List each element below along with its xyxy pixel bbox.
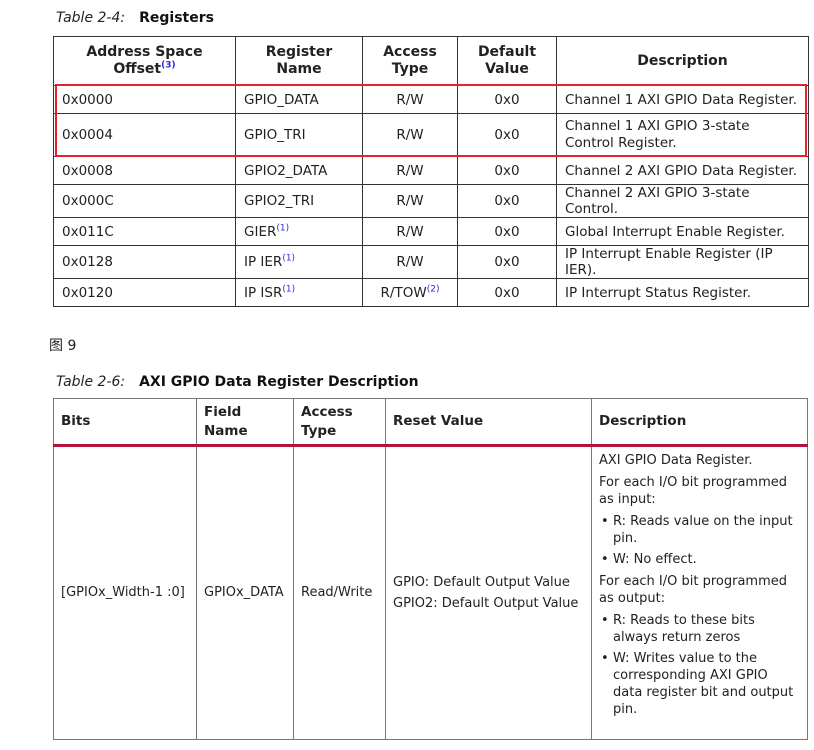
table1-caption-title: Registers [139, 10, 214, 26]
cell-access-type: R/W [362, 156, 458, 185]
table-row: 0x011C GIER(1) R/W 0x0 Global Interrupt Enab… [53, 217, 809, 246]
header-access-type: Access Type [293, 398, 386, 447]
header-description: Description [556, 36, 809, 86]
cell-register-name: GPIO_DATA [235, 85, 363, 114]
table-row: 0x0000 GPIO_DATA R/W 0x0 Channel 1 AXI GPIO … [53, 85, 809, 114]
cell-default-value: 0x0 [457, 156, 557, 185]
cell-description: Channel 1 AXI GPIO 3-state Control Regis… [556, 113, 809, 157]
reset-value-line: GPIO: Default Output Value [393, 574, 570, 590]
list-item: R: Reads value on the input pin. [599, 513, 800, 547]
reset-value-line: GPIO2: Default Output Value [393, 595, 579, 611]
list-item: W: Writes value to the corresponding AXI… [599, 650, 800, 718]
cell-default-value: 0x0 [457, 278, 557, 307]
table1-caption-number: Table 2-4: [56, 10, 126, 26]
table2-caption: Table 2-6: AXI GPIO Data Register Descrip… [56, 374, 419, 390]
footnote-ref[interactable]: (1) [282, 254, 295, 264]
cell-offset: 0x0120 [53, 278, 236, 307]
cell-offset: 0x0000 [53, 85, 236, 114]
table-row: 0x0004 GPIO_TRI R/W 0x0 Channel 1 AXI GPIO 3… [53, 113, 809, 157]
cell-description: Global Interrupt Enable Register. [556, 217, 809, 246]
cell-access-type: R/W [362, 184, 458, 218]
table-row: 0x0120 IP ISR(1) R/TOW(2) 0x0 IP Interrupt S… [53, 278, 809, 307]
cell-offset: 0x000C [53, 184, 236, 218]
cell-offset: 0x0008 [53, 156, 236, 185]
cell-access-type: R/W [362, 217, 458, 246]
header-access-type: Access Type [362, 36, 458, 86]
figure-label: 图 9 [49, 338, 77, 354]
data-register-table: Bits Field Name Access Type Reset Value … [53, 398, 808, 740]
table2-caption-title: AXI GPIO Data Register Description [139, 374, 419, 390]
header-default-value: Default Value [457, 36, 557, 86]
table2-header-row: Bits Field Name Access Type Reset Value … [53, 398, 808, 447]
cell-offset: 0x011C [53, 217, 236, 246]
list-item: R: Reads to these bits always return zer… [599, 612, 800, 646]
cell-default-value: 0x0 [457, 184, 557, 218]
table1-caption: Table 2-4: Registers [56, 10, 214, 26]
cell-default-value: 0x0 [457, 85, 557, 114]
cell-description: Channel 2 AXI GPIO 3-state Control. [556, 184, 809, 218]
cell-register-name: GPIO2_DATA [235, 156, 363, 185]
desc-output-list: R: Reads to these bits always return zer… [599, 612, 800, 718]
cell-access-type: R/W [362, 85, 458, 114]
desc-output-heading: For each I/O bit programmed as output: [599, 574, 788, 606]
cell-description: IP Interrupt Enable Register (IP IER). [556, 245, 809, 279]
cell-description: Channel 1 AXI GPIO Data Register. [556, 85, 809, 114]
table1-header-row: Address Space Offset(3) Register Name Ac… [53, 36, 809, 86]
cell-description: Channel 2 AXI GPIO Data Register. [556, 156, 809, 185]
footnote-ref[interactable]: (2) [427, 284, 440, 294]
header-field-name: Field Name [196, 398, 294, 447]
cell-register-name: IP IER(1) [235, 245, 363, 279]
header-bits: Bits [53, 398, 197, 447]
cell-field-name: GPIOx_DATA [196, 445, 294, 740]
cell-access-type: R/TOW(2) [362, 278, 458, 307]
cell-offset: 0x0128 [53, 245, 236, 279]
header-description: Description [591, 398, 808, 447]
cell-description: AXI GPIO Data Register. For each I/O bit… [591, 445, 808, 740]
list-item: W: No effect. [599, 551, 800, 568]
cell-register-name: GPIO2_TRI [235, 184, 363, 218]
footnote-ref[interactable]: (1) [282, 284, 295, 294]
cell-description: IP Interrupt Status Register. [556, 278, 809, 307]
desc-input-heading: For each I/O bit programmed as input: [599, 475, 788, 507]
table-row: 0x0008 GPIO2_DATA R/W 0x0 Channel 2 AXI GPIO… [53, 156, 809, 185]
cell-register-name: GIER(1) [235, 217, 363, 246]
table2-caption-number: Table 2-6: [56, 374, 126, 390]
cell-reset-value: GPIO: Default Output Value GPIO2: Defaul… [385, 445, 592, 740]
cell-register-name: GPIO_TRI [235, 113, 363, 157]
cell-register-name: IP ISR(1) [235, 278, 363, 307]
cell-bits: [GPIOx_Width-1 :0] [53, 445, 197, 740]
table-row: 0x0128 IP IER(1) R/W 0x0 IP Interrupt Enable… [53, 245, 809, 279]
cell-default-value: 0x0 [457, 245, 557, 279]
cell-default-value: 0x0 [457, 113, 557, 157]
cell-default-value: 0x0 [457, 217, 557, 246]
cell-access-type: R/W [362, 245, 458, 279]
registers-table: Address Space Offset(3) Register Name Ac… [53, 36, 809, 307]
header-offset: Address Space Offset(3) [53, 36, 236, 86]
cell-access-type: R/W [362, 113, 458, 157]
footnote-ref[interactable]: (3) [161, 60, 176, 70]
cell-offset: 0x0004 [53, 113, 236, 157]
table-row: [GPIOx_Width-1 :0] GPIOx_DATA Read/Write… [53, 445, 808, 740]
cell-access-type: Read/Write [293, 445, 386, 740]
table-row: 0x000C GPIO2_TRI R/W 0x0 Channel 2 AXI GPIO … [53, 184, 809, 218]
header-reset-value: Reset Value [385, 398, 592, 447]
desc-input-list: R: Reads value on the input pin. W: No e… [599, 513, 800, 568]
footnote-ref[interactable]: (1) [276, 223, 289, 233]
header-register-name: Register Name [235, 36, 363, 86]
desc-intro: AXI GPIO Data Register. [599, 453, 753, 468]
